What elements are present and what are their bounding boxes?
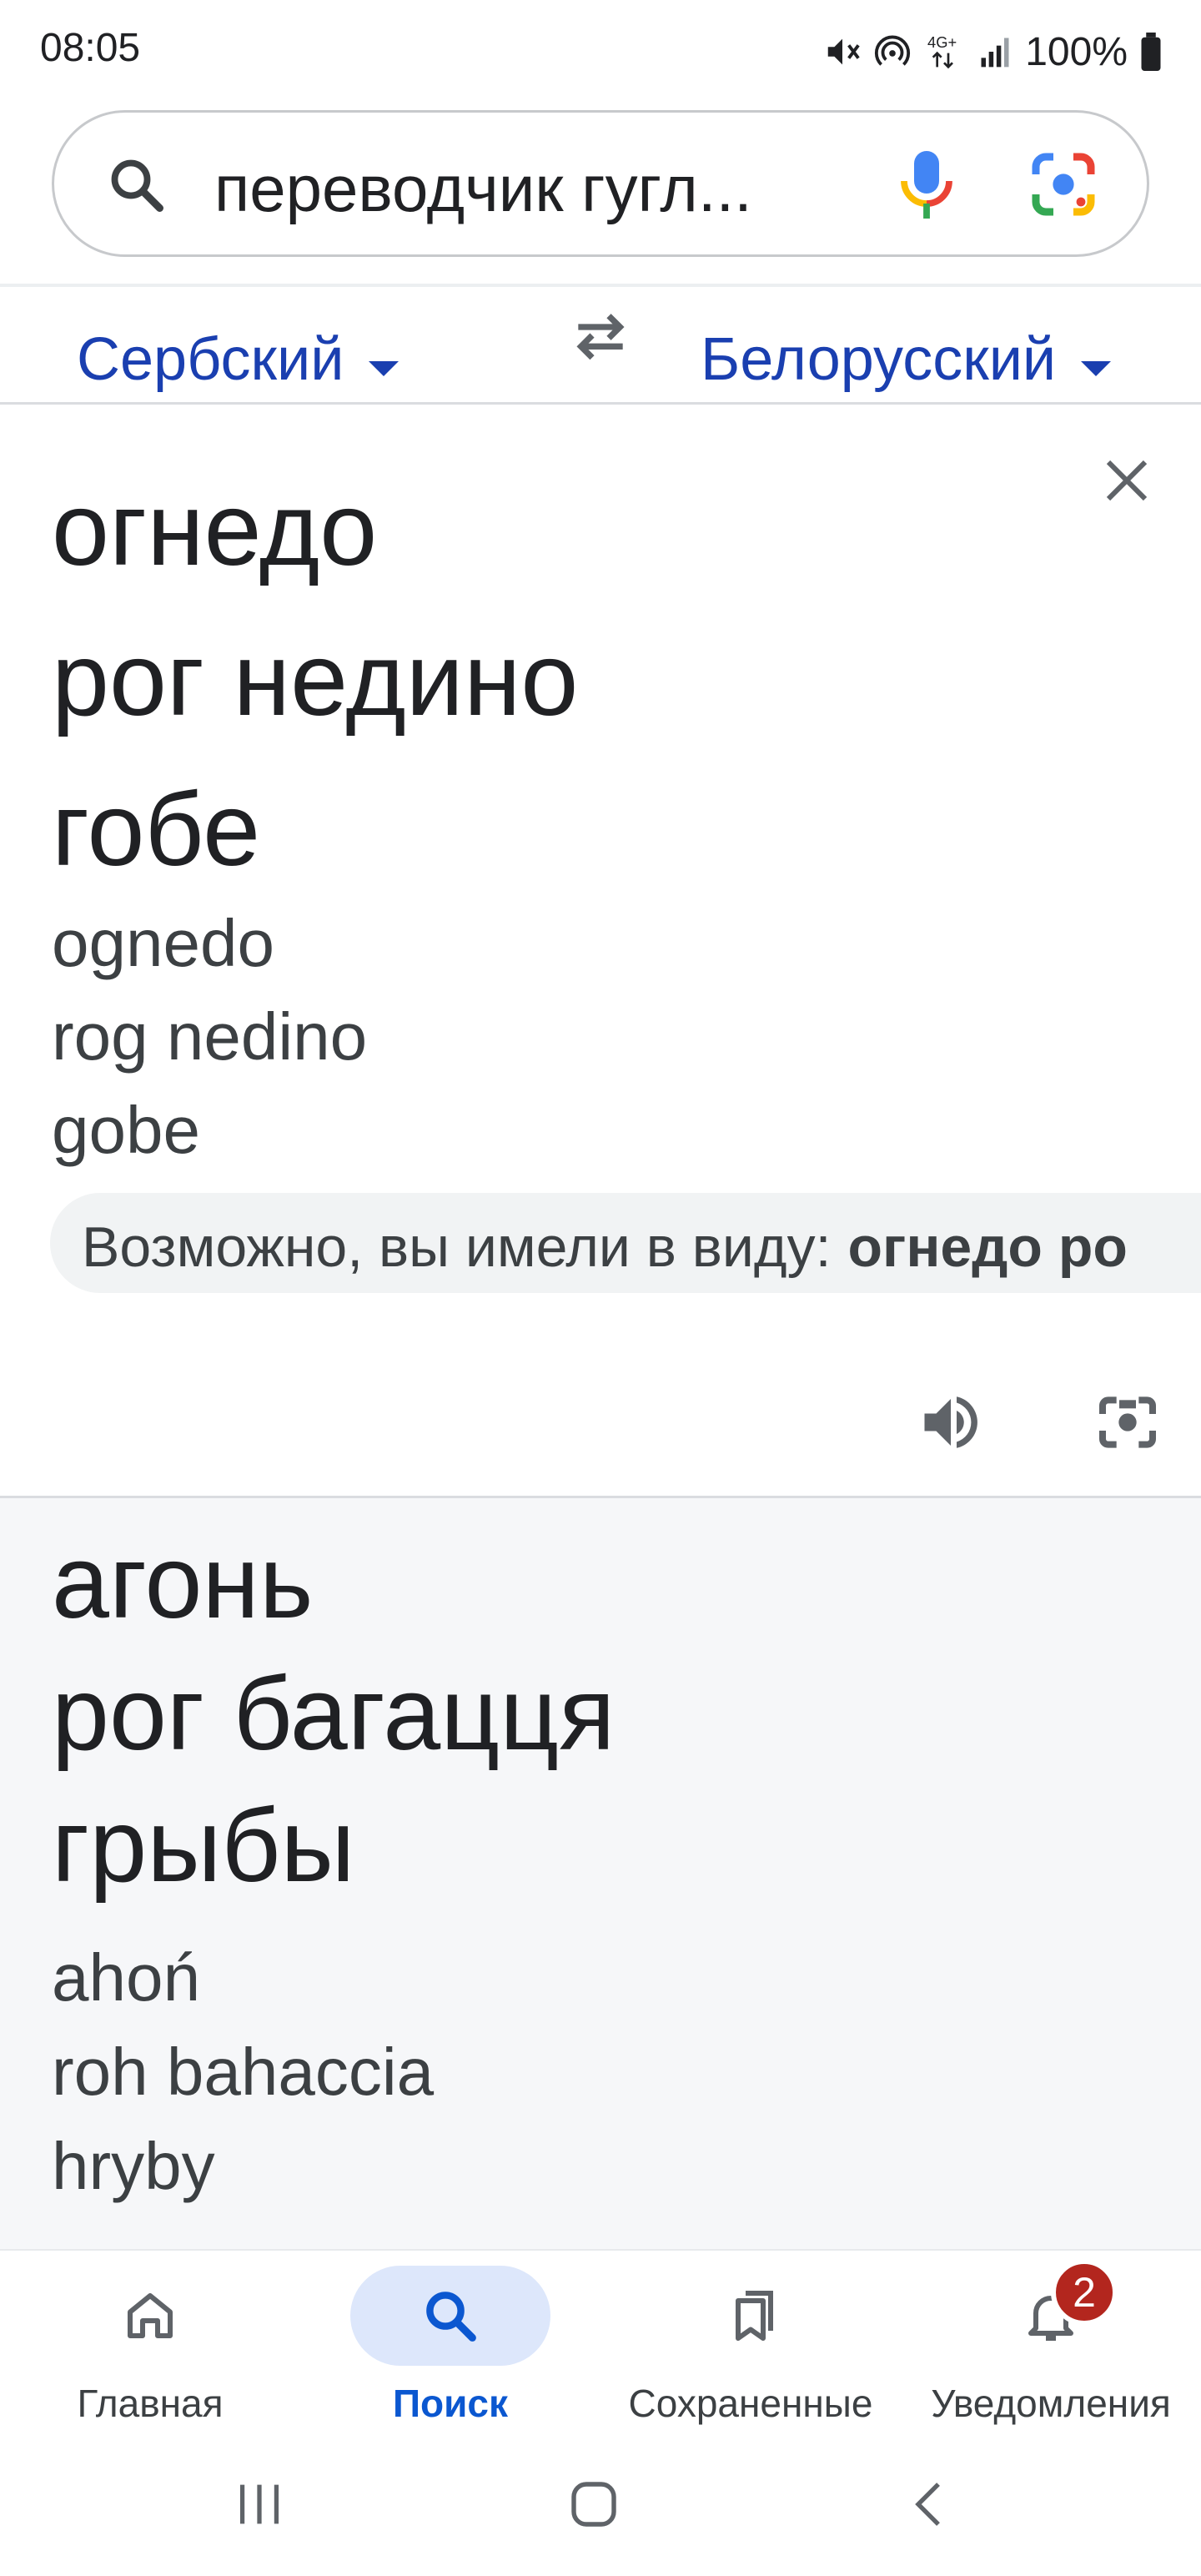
source-line: гобе	[52, 772, 261, 888]
network-label: 4G+	[927, 33, 957, 51]
search-icon[interactable]	[106, 154, 166, 214]
network-icon: 4G+	[927, 33, 957, 69]
home-button-icon[interactable]	[564, 2474, 624, 2534]
did-you-mean-prefix: Возможно, вы имели в виду:	[82, 1215, 832, 1279]
did-you-mean-text: Возможно, вы имели в виду: огнедо ро	[82, 1215, 1128, 1280]
notification-badge: 2	[1051, 2259, 1118, 2326]
nav-home[interactable]: Главная	[0, 2251, 300, 2451]
source-transliteration: ognedo rog nedino gobe	[52, 897, 367, 1177]
speaker-icon[interactable]	[916, 1387, 986, 1457]
battery-percent: 100%	[1025, 29, 1128, 74]
transliteration-line: gobe	[52, 1093, 200, 1167]
lens-icon[interactable]	[1028, 149, 1098, 219]
nav-icon-container	[50, 2266, 250, 2366]
swap-languages-icon[interactable]	[567, 302, 634, 369]
translation-line: грыбы	[52, 1789, 355, 1904]
mute-icon	[827, 38, 860, 65]
nav-notifications-label: Уведомления	[931, 2382, 1171, 2425]
source-line: рог недино	[52, 622, 579, 737]
mic-icon[interactable]	[897, 146, 957, 221]
chevron-down-icon	[1081, 361, 1112, 376]
nav-saved-label: Сохраненные	[628, 2382, 873, 2425]
status-bar: 08:05 4G+ 100%	[0, 0, 1201, 103]
transliteration-line: hryby	[52, 2129, 215, 2203]
translation-area: агонь рог багацця грыбы ahoń roh bahacci…	[0, 1498, 1201, 2249]
source-language-button[interactable]: Сербский	[77, 325, 399, 394]
source-line: огнедо	[52, 472, 378, 587]
nav-saved[interactable]: Сохраненные	[600, 2251, 901, 2451]
source-text[interactable]: огнедо рог недино гобе	[52, 455, 578, 905]
target-language-button[interactable]: Белорусский	[701, 325, 1112, 394]
recent-apps-icon[interactable]	[230, 2474, 289, 2534]
bottom-navigation: Главная Поиск Сохраненные Уведомления	[0, 2249, 1201, 2449]
translation-line: агонь	[52, 1525, 314, 1640]
nav-home-label: Главная	[77, 2382, 224, 2425]
status-icons: 4G+ 100%	[823, 27, 1163, 77]
language-selector-row: Сербский Белорусский	[0, 300, 1201, 404]
nav-notifications[interactable]: Уведомления	[901, 2251, 1201, 2451]
transliteration-line: ahoń	[52, 1940, 200, 2015]
nav-icon-container	[651, 2266, 851, 2366]
transliteration-line: rog nedino	[52, 999, 368, 1074]
search-icon	[426, 2292, 476, 2342]
hotspot-icon	[875, 35, 911, 66]
header-divider	[0, 284, 1201, 287]
nav-icon-container	[951, 2266, 1151, 2366]
camera-icon[interactable]	[1094, 1389, 1161, 1456]
source-text-area[interactable]: огнедо рог недино гобе ognedo rog nedino…	[0, 405, 1201, 1497]
signal-icon	[981, 38, 1009, 68]
translation-line: рог багацця	[52, 1657, 616, 1772]
close-icon[interactable]	[1099, 453, 1154, 508]
nav-search[interactable]: Поиск	[300, 2251, 600, 2451]
source-language-label: Сербский	[77, 326, 344, 393]
did-you-mean-value[interactable]: огнедо ро	[847, 1215, 1127, 1279]
status-time: 08:05	[40, 26, 141, 70]
did-you-mean-chip[interactable]: Возможно, вы имели в виду: огнедо ро	[50, 1193, 1201, 1293]
battery-icon	[1141, 33, 1161, 71]
back-icon[interactable]	[901, 2474, 961, 2534]
home-icon	[128, 2293, 173, 2338]
target-language-label: Белорусский	[701, 326, 1057, 393]
transliteration-line: roh bahaccia	[52, 2035, 435, 2109]
bookmarks-icon	[736, 2291, 773, 2341]
translation-transliteration: ahoń roh bahaccia hryby	[52, 1930, 434, 2213]
chevron-down-icon	[369, 361, 399, 376]
search-input[interactable]: переводчик гугл...	[214, 151, 882, 227]
nav-icon-container	[350, 2266, 550, 2366]
system-navigation-bar	[0, 2449, 1201, 2576]
translation-text: агонь рог багацця грыбы	[52, 1517, 615, 1912]
search-bar[interactable]: переводчик гугл...	[52, 110, 1149, 257]
transliteration-line: ognedo	[52, 906, 274, 980]
nav-search-label: Поиск	[392, 2382, 509, 2425]
